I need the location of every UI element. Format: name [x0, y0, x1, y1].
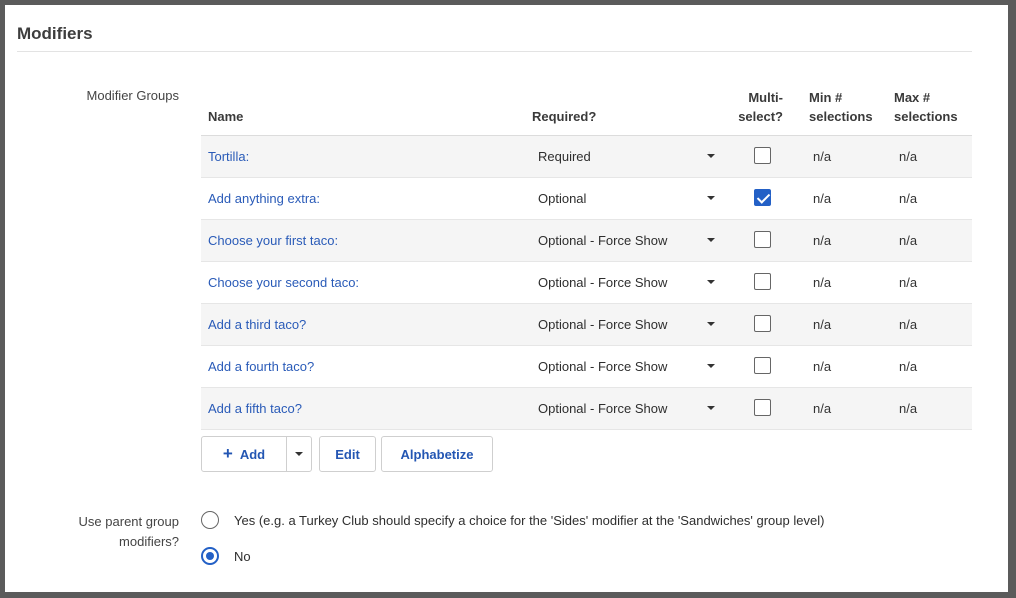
required-select[interactable]: Optional - Force Show	[538, 388, 721, 429]
multi-select-checkbox[interactable]	[754, 357, 771, 374]
min-selections: n/a	[813, 233, 832, 248]
min-selections: n/a	[813, 317, 832, 332]
multi-select-checkbox[interactable]	[754, 147, 771, 164]
parent-group-label: Use parent group modifiers?	[78, 514, 179, 549]
modifiers-panel: Modifiers Modifier Groups Name Required?…	[5, 5, 1008, 592]
chevron-down-icon	[295, 452, 303, 456]
required-select-value: Optional - Force Show	[538, 275, 668, 290]
required-select-value: Optional - Force Show	[538, 317, 668, 332]
section-title: Modifiers	[17, 24, 93, 43]
table-row: Add a fourth taco? Optional - Force Show…	[201, 346, 972, 388]
min-selections: n/a	[813, 401, 832, 416]
multi-select-checkbox[interactable]	[754, 231, 771, 248]
alphabetize-button[interactable]: Alphabetize	[381, 436, 493, 472]
modifier-groups-table: Name Required? Multi- select? Min # sele…	[201, 83, 972, 430]
radio-option-yes[interactable]: Yes (e.g. a Turkey Club should specify a…	[201, 509, 824, 531]
chevron-down-icon	[707, 280, 715, 284]
max-selections: n/a	[899, 317, 918, 332]
modifier-group-link[interactable]: Choose your second taco:	[208, 262, 359, 303]
max-selections: n/a	[899, 191, 918, 206]
add-button-label: Add	[239, 446, 266, 462]
header-max-selections: Max # selections	[894, 90, 958, 124]
multi-select-checkbox[interactable]	[754, 315, 771, 332]
multi-select-checkbox[interactable]	[754, 189, 771, 206]
multi-select-checkbox[interactable]	[754, 273, 771, 290]
chevron-down-icon	[707, 238, 715, 242]
min-selections: n/a	[813, 149, 832, 164]
required-select[interactable]: Optional - Force Show	[538, 220, 721, 261]
chevron-down-icon	[707, 154, 715, 158]
header-multi-select: Multi- select?	[738, 90, 783, 124]
max-selections: n/a	[899, 401, 918, 416]
required-select-value: Optional - Force Show	[538, 233, 668, 248]
radio-button-yes[interactable]	[201, 511, 219, 529]
chevron-down-icon	[707, 406, 715, 410]
add-dropdown-button[interactable]	[286, 436, 312, 472]
modifier-group-link[interactable]: Add anything extra:	[208, 178, 320, 219]
radio-button-no[interactable]	[201, 547, 219, 565]
section-divider	[17, 51, 972, 52]
required-select[interactable]: Optional - Force Show	[538, 304, 721, 345]
modifier-group-link[interactable]: Add a fifth taco?	[208, 388, 302, 429]
chevron-down-icon	[707, 322, 715, 326]
chevron-down-icon	[707, 364, 715, 368]
required-select-value: Optional - Force Show	[538, 401, 668, 416]
table-row: Choose your second taco: Optional - Forc…	[201, 262, 972, 304]
header-name: Name	[208, 109, 244, 124]
modifier-group-link[interactable]: Tortilla:	[208, 136, 249, 177]
max-selections: n/a	[899, 275, 918, 290]
chevron-down-icon	[707, 196, 715, 200]
modifier-groups-label: Modifier Groups	[86, 88, 179, 103]
min-selections: n/a	[813, 275, 832, 290]
radio-option-no[interactable]: No	[201, 545, 251, 567]
table-row: Add a fifth taco? Optional - Force Show …	[201, 388, 972, 430]
table-row: Add anything extra: Optional n/a n/a	[201, 178, 972, 220]
table-row: Tortilla: Required n/a n/a	[201, 136, 972, 178]
plus-icon: +	[222, 444, 233, 463]
required-select-value: Required	[538, 149, 591, 164]
modifier-group-link[interactable]: Add a third taco?	[208, 304, 306, 345]
table-row: Add a third taco? Optional - Force Show …	[201, 304, 972, 346]
radio-label-yes: Yes (e.g. a Turkey Club should specify a…	[234, 512, 825, 528]
edit-button[interactable]: Edit	[319, 436, 376, 472]
required-select[interactable]: Required	[538, 136, 721, 177]
modifier-group-link[interactable]: Choose your first taco:	[208, 220, 338, 261]
add-button[interactable]: + Add	[201, 436, 287, 472]
required-select[interactable]: Optional - Force Show	[538, 346, 721, 387]
max-selections: n/a	[899, 149, 918, 164]
header-required: Required?	[532, 109, 597, 124]
min-selections: n/a	[813, 191, 832, 206]
modifier-group-link[interactable]: Add a fourth taco?	[208, 346, 314, 387]
required-select[interactable]: Optional - Force Show	[538, 262, 721, 303]
required-select-value: Optional - Force Show	[538, 359, 668, 374]
required-select[interactable]: Optional	[538, 178, 721, 219]
header-min-selections: Min # selections	[809, 90, 873, 124]
max-selections: n/a	[899, 233, 918, 248]
radio-label-no: No	[234, 548, 251, 564]
table-header: Name Required? Multi- select? Min # sele…	[201, 83, 972, 136]
max-selections: n/a	[899, 359, 918, 374]
min-selections: n/a	[813, 359, 832, 374]
table-row: Choose your first taco: Optional - Force…	[201, 220, 972, 262]
required-select-value: Optional	[538, 191, 587, 206]
multi-select-checkbox[interactable]	[754, 399, 771, 416]
